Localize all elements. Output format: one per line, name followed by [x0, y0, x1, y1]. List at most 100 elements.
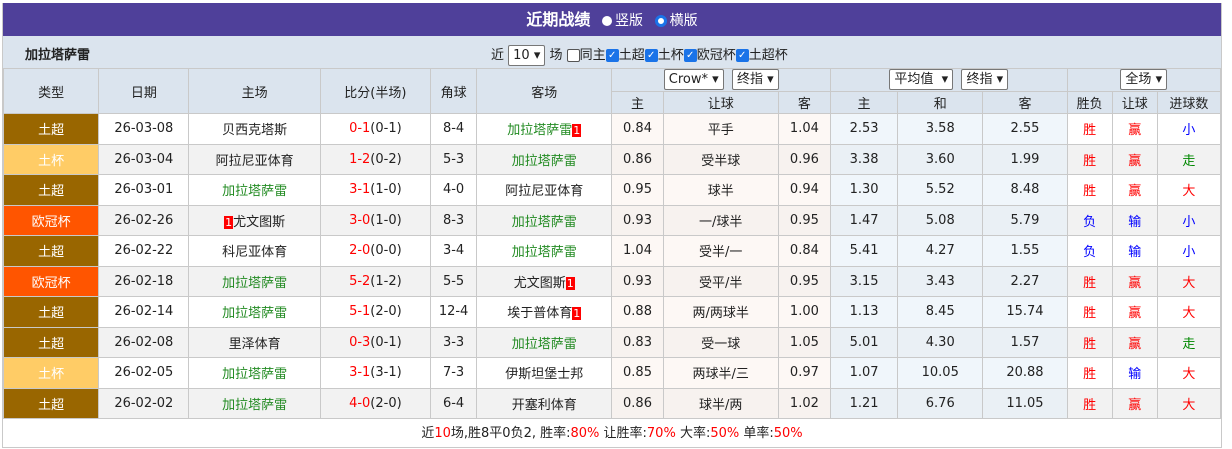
- filter-checkbox-3[interactable]: ✓ 欧冠杯: [683, 48, 736, 63]
- corner-count: 4-0: [430, 174, 478, 206]
- match-score[interactable]: 2-0(0-0): [319, 235, 432, 267]
- handicap-away-odds: 1.00: [777, 296, 831, 328]
- checkbox-icon: ✓: [735, 49, 749, 62]
- radio-icon: [602, 16, 612, 26]
- result-handicap: 赢: [1111, 143, 1158, 175]
- away-team[interactable]: 阿拉尼亚体育: [476, 174, 613, 206]
- handicap-home-odds: 0.84: [611, 113, 664, 145]
- panel-title: 近期战绩: [526, 10, 591, 29]
- corner-count: 3-3: [430, 326, 478, 358]
- europe-company-select[interactable]: 平均值 ▾: [889, 69, 954, 91]
- match-score[interactable]: 3-1(3-1): [319, 357, 432, 389]
- result-over-under: 走: [1156, 326, 1222, 358]
- table-row[interactable]: 土杯 26-02-05 加拉塔萨雷 3-1(3-1) 7-3 伊斯坦堡士邦 0.…: [2, 357, 1222, 389]
- match-score[interactable]: 5-1(2-0): [319, 296, 432, 328]
- away-team[interactable]: 加拉塔萨雷: [476, 204, 613, 236]
- result-win-loss: 胜: [1066, 113, 1113, 145]
- corner-count: 5-3: [430, 143, 478, 175]
- home-team[interactable]: 加拉塔萨雷: [188, 296, 321, 328]
- table-row[interactable]: 欧冠杯 26-02-18 加拉塔萨雷 5-2(1-2) 5-5 尤文图斯1 0.…: [2, 265, 1222, 297]
- result-win-loss: 负: [1066, 235, 1113, 267]
- away-team[interactable]: 伊斯坦堡士邦: [476, 357, 613, 389]
- handicap-line: 受半球: [662, 143, 779, 175]
- home-team[interactable]: 1尤文图斯: [188, 204, 321, 236]
- recent-record-panel: 近期战绩 竖版 横版 加拉塔萨雷 近 10 ▾ 场 同主 ✓ 土超 ✓ 土杯 ✓ 欧冠杯 ✓ 土…: [2, 3, 1222, 448]
- table-row[interactable]: 土超 26-03-01 加拉塔萨雷 3-1(1-0) 4-0 阿拉尼亚体育 0.…: [2, 174, 1222, 206]
- away-team[interactable]: 尤文图斯1: [476, 265, 613, 297]
- table-row[interactable]: 土杯 26-03-04 阿拉尼亚体育 1-2(0-2) 5-3 加拉塔萨雷 0.…: [2, 143, 1222, 175]
- table-row[interactable]: 土超 26-02-22 科尼亚体育 2-0(0-0) 3-4 加拉塔萨雷 1.0…: [2, 235, 1222, 267]
- view-vertical-radio[interactable]: 竖版: [602, 13, 643, 29]
- europe-home-odds: 1.21: [829, 387, 899, 419]
- match-type: 欧冠杯: [2, 204, 100, 236]
- home-team[interactable]: 科尼亚体育: [188, 235, 321, 267]
- match-count-select[interactable]: 10 ▾: [508, 45, 546, 66]
- match-date: 26-02-08: [98, 326, 190, 358]
- away-team[interactable]: 加拉塔萨雷1: [476, 113, 613, 145]
- handicap-home-odds: 0.85: [611, 357, 664, 389]
- away-team[interactable]: 加拉塔萨雷: [476, 235, 613, 267]
- match-date: 26-03-08: [98, 113, 190, 145]
- filter-checkbox-2[interactable]: ✓ 土杯: [644, 48, 684, 63]
- match-type: 欧冠杯: [2, 265, 100, 297]
- match-score[interactable]: 3-1(1-0): [319, 174, 432, 206]
- match-score[interactable]: 4-0(2-0): [319, 387, 432, 419]
- home-team[interactable]: 贝西克塔斯: [188, 113, 321, 145]
- table-row[interactable]: 土超 26-02-14 加拉塔萨雷 5-1(2-0) 12-4 埃于普体育1 0…: [2, 296, 1222, 328]
- col-home: 主场: [188, 68, 321, 114]
- home-team[interactable]: 阿拉尼亚体育: [188, 143, 321, 175]
- col-h-away: 客: [777, 90, 831, 114]
- home-team[interactable]: 加拉塔萨雷: [188, 174, 321, 206]
- corner-count: 8-3: [430, 204, 478, 236]
- match-score[interactable]: 5-2(1-2): [319, 265, 432, 297]
- europe-draw-odds: 6.76: [897, 387, 984, 419]
- checkbox-icon: ✓: [644, 49, 658, 62]
- europe-away-odds: 11.05: [982, 387, 1068, 419]
- match-type: 土超: [2, 174, 100, 206]
- scope-select[interactable]: 全场 ▾: [1120, 69, 1168, 91]
- home-team[interactable]: 加拉塔萨雷: [188, 387, 321, 419]
- handicap-line: 受一球: [662, 326, 779, 358]
- europe-away-odds: 5.79: [982, 204, 1068, 236]
- handicap-away-odds: 0.84: [777, 235, 831, 267]
- filter-checkbox-0[interactable]: 同主: [566, 48, 606, 63]
- home-team[interactable]: 里泽体育: [188, 326, 321, 358]
- europe-away-odds: 2.55: [982, 113, 1068, 145]
- result-win-loss: 胜: [1066, 357, 1113, 389]
- away-team[interactable]: 埃于普体育1: [476, 296, 613, 328]
- table-row[interactable]: 土超 26-02-08 里泽体育 0-3(0-1) 3-3 加拉塔萨雷 0.83…: [2, 326, 1222, 358]
- europe-odds-type-select[interactable]: 终指 ▾: [961, 69, 1009, 91]
- filter-checkbox-4[interactable]: ✓ 土超杯: [735, 48, 788, 63]
- europe-draw-odds: 8.45: [897, 296, 984, 328]
- away-team[interactable]: 加拉塔萨雷: [476, 143, 613, 175]
- home-team[interactable]: 加拉塔萨雷: [188, 265, 321, 297]
- corner-count: 8-4: [430, 113, 478, 145]
- filter-checkbox-1[interactable]: ✓ 土超: [605, 48, 645, 63]
- corner-count: 3-4: [430, 235, 478, 267]
- result-handicap: 输: [1111, 357, 1158, 389]
- result-handicap: 赢: [1111, 265, 1158, 297]
- match-score[interactable]: 1-2(0-2): [319, 143, 432, 175]
- match-score[interactable]: 0-1(0-1): [319, 113, 432, 145]
- result-over-under: 小: [1156, 113, 1222, 145]
- match-type: 土杯: [2, 357, 100, 389]
- europe-draw-odds: 3.43: [897, 265, 984, 297]
- result-over-under: 大: [1156, 265, 1222, 297]
- europe-home-odds: 1.13: [829, 296, 899, 328]
- result-handicap: 赢: [1111, 113, 1158, 145]
- table-row[interactable]: 欧冠杯 26-02-26 1尤文图斯 3-0(1-0) 8-3 加拉塔萨雷 0.…: [2, 204, 1222, 236]
- europe-away-odds: 20.88: [982, 357, 1068, 389]
- home-team[interactable]: 加拉塔萨雷: [188, 357, 321, 389]
- table-row[interactable]: 土超 26-02-02 加拉塔萨雷 4-0(2-0) 6-4 开塞利体育 0.8…: [2, 387, 1222, 419]
- col-h-home: 主: [611, 90, 664, 114]
- europe-draw-odds: 10.05: [897, 357, 984, 389]
- away-team[interactable]: 加拉塔萨雷: [476, 326, 613, 358]
- away-team[interactable]: 开塞利体育: [476, 387, 613, 419]
- europe-draw-odds: 4.27: [897, 235, 984, 267]
- table-row[interactable]: 土超 26-03-08 贝西克塔斯 0-1(0-1) 8-4 加拉塔萨雷1 0.…: [2, 113, 1222, 145]
- view-horizontal-radio[interactable]: 横版: [654, 13, 698, 29]
- match-score[interactable]: 0-3(0-1): [319, 326, 432, 358]
- label-matches: 场: [549, 48, 563, 63]
- europe-draw-odds: 3.60: [897, 143, 984, 175]
- match-score[interactable]: 3-0(1-0): [319, 204, 432, 236]
